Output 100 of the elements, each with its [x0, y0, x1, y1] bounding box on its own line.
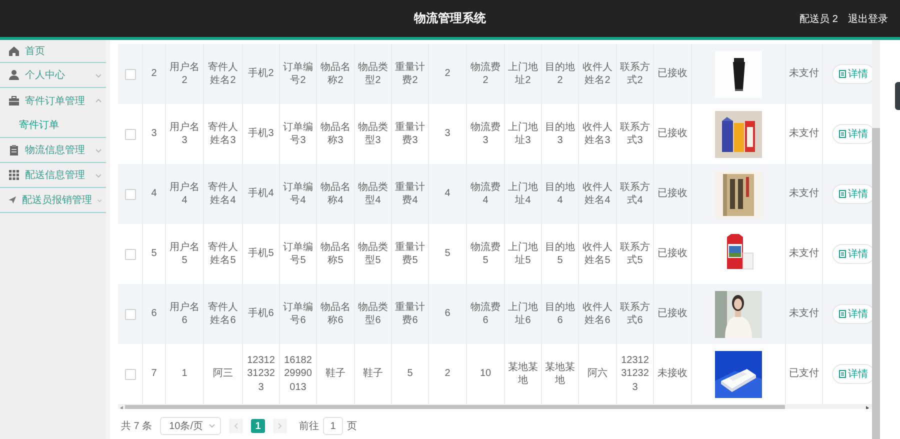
menu-item[interactable]: 寄件订单管理: [0, 88, 106, 113]
table-cell-text: 物流费5: [470, 240, 502, 268]
user-name: 配送员 2: [800, 12, 838, 26]
grid-icon: [8, 169, 20, 181]
table-cell: 重量计费3: [394, 120, 426, 148]
table-cell: 手机5: [248, 247, 274, 261]
table-cell-text: 收件人姓名5: [582, 240, 614, 268]
table-cell: 已支付: [789, 367, 819, 381]
row-checkbox[interactable]: [124, 128, 136, 140]
side-tab[interactable]: [895, 82, 900, 110]
table-cell: 6: [444, 307, 450, 321]
page-size-select[interactable]: 10条/页: [160, 417, 222, 436]
table-cell: 上门地址2: [507, 60, 539, 88]
submenu-item[interactable]: 寄件订单: [0, 113, 106, 137]
details-button[interactable]: 详情: [832, 244, 872, 264]
details-button[interactable]: 详情: [832, 184, 872, 204]
table-cell: 联系方式6: [619, 300, 651, 328]
details-button[interactable]: 详情: [832, 124, 872, 144]
table-cell: 手机2: [248, 67, 274, 81]
table-cell: 订单编号2: [282, 60, 314, 88]
table-cell: 5: [151, 247, 157, 261]
table-cell: 未支付: [789, 187, 819, 201]
document-icon: [839, 70, 846, 78]
table-cell: 2: [151, 67, 157, 81]
menu-item[interactable]: 个人中心: [0, 63, 106, 88]
row-checkbox[interactable]: [124, 368, 136, 380]
table-cell: 某地某地: [507, 360, 539, 388]
menu-item[interactable]: 首页: [0, 40, 106, 63]
page-button[interactable]: 1: [251, 419, 266, 434]
table-cell-text: 物品名称2: [320, 60, 352, 88]
table-cell-text: 物品名称5: [320, 240, 352, 268]
menu-item[interactable]: 物流信息管理: [0, 138, 106, 163]
table-cell: 鞋子: [363, 367, 383, 381]
table-cell: 10: [480, 367, 492, 381]
page-suffix: 页: [347, 420, 358, 434]
table-cell: 手机4: [248, 187, 274, 201]
table-cell-text: 寄件人姓名4: [207, 180, 239, 208]
table-cell: 阿三: [213, 367, 233, 381]
table-cell: 2: [444, 367, 450, 381]
next-page-button[interactable]: [273, 419, 288, 434]
row-checkbox[interactable]: [124, 308, 136, 320]
menu-item[interactable]: 配送信息管理: [0, 163, 106, 188]
document-icon: [839, 250, 846, 258]
table-cell: 物品类型4: [357, 180, 389, 208]
table-cell: 订单编号5: [282, 240, 314, 268]
clipboard-icon: [8, 144, 20, 156]
details-button[interactable]: 详情: [832, 304, 872, 324]
table-cell-text: 收件人姓名6: [582, 300, 614, 328]
table-cell: 重量计费6: [394, 300, 426, 328]
chevron-left-icon: [234, 423, 238, 430]
briefcase-icon: [8, 94, 20, 106]
menu-item[interactable]: 配送员报销管理: [0, 188, 106, 213]
table-cell: 联系方式4: [619, 180, 651, 208]
person-icon: [8, 69, 20, 81]
table-cell: 未支付: [789, 127, 819, 141]
logout-link[interactable]: 退出登录: [848, 12, 888, 26]
details-button[interactable]: 详情: [832, 64, 872, 84]
table-cell: 物品类型3: [357, 120, 389, 148]
table-cell: 已接收: [658, 187, 688, 201]
table-cell: 阿六: [588, 367, 608, 381]
table-cell-text: 物流费3: [470, 120, 502, 148]
table-cell-text: 1618229990013: [283, 354, 313, 394]
row-checkbox[interactable]: [124, 188, 136, 200]
table-cell-text: 物品名称3: [320, 120, 352, 148]
table-cell-text: 用户名5: [168, 240, 200, 268]
send-icon: [8, 194, 17, 206]
table-cell: 物品类型5: [357, 240, 389, 268]
table-cell-text: 物流费6: [470, 300, 502, 328]
details-button[interactable]: 详情: [832, 364, 872, 384]
table-cell: 未接收: [658, 367, 688, 381]
table-cell-text: 12312312323: [246, 354, 276, 394]
table-cell: 5: [444, 247, 450, 261]
table-cell: 未支付: [789, 247, 819, 261]
table-cell: 4: [444, 187, 450, 201]
row-checkbox[interactable]: [124, 248, 136, 260]
table-cell: 物品类型2: [357, 60, 389, 88]
table-cell: 7: [151, 367, 157, 381]
previous-page-button[interactable]: [229, 419, 244, 434]
document-icon: [839, 190, 846, 198]
table-cell: 鞋子: [326, 367, 346, 381]
row-checkbox[interactable]: [124, 68, 136, 80]
table-cell: 上门地址6: [507, 300, 539, 328]
table-cell-text: 收件人姓名4: [582, 180, 614, 208]
table-cell-text: 寄件人姓名3: [207, 120, 239, 148]
chevron-down-icon: [209, 424, 216, 428]
table-cell: 重量计费2: [394, 60, 426, 88]
page-input[interactable]: 1: [323, 417, 344, 436]
chevron-right-icon: [278, 423, 282, 430]
app-title: 物流管理系统: [414, 10, 486, 27]
table-cell: 重量计费4: [394, 180, 426, 208]
table-cell: 目的地4: [544, 180, 576, 208]
table-cell: 上门地址4: [507, 180, 539, 208]
table-cell: 上门地址5: [507, 240, 539, 268]
table-cell: 已接收: [658, 307, 688, 321]
table-cell: 订单编号4: [282, 180, 314, 208]
total-count: 共 7 条: [121, 420, 152, 434]
table-cell-text: 物流费4: [470, 180, 502, 208]
table-cell: 手机3: [248, 127, 274, 141]
table-cell-text: 物品名称4: [320, 180, 352, 208]
table-cell: 订单编号3: [282, 120, 314, 148]
